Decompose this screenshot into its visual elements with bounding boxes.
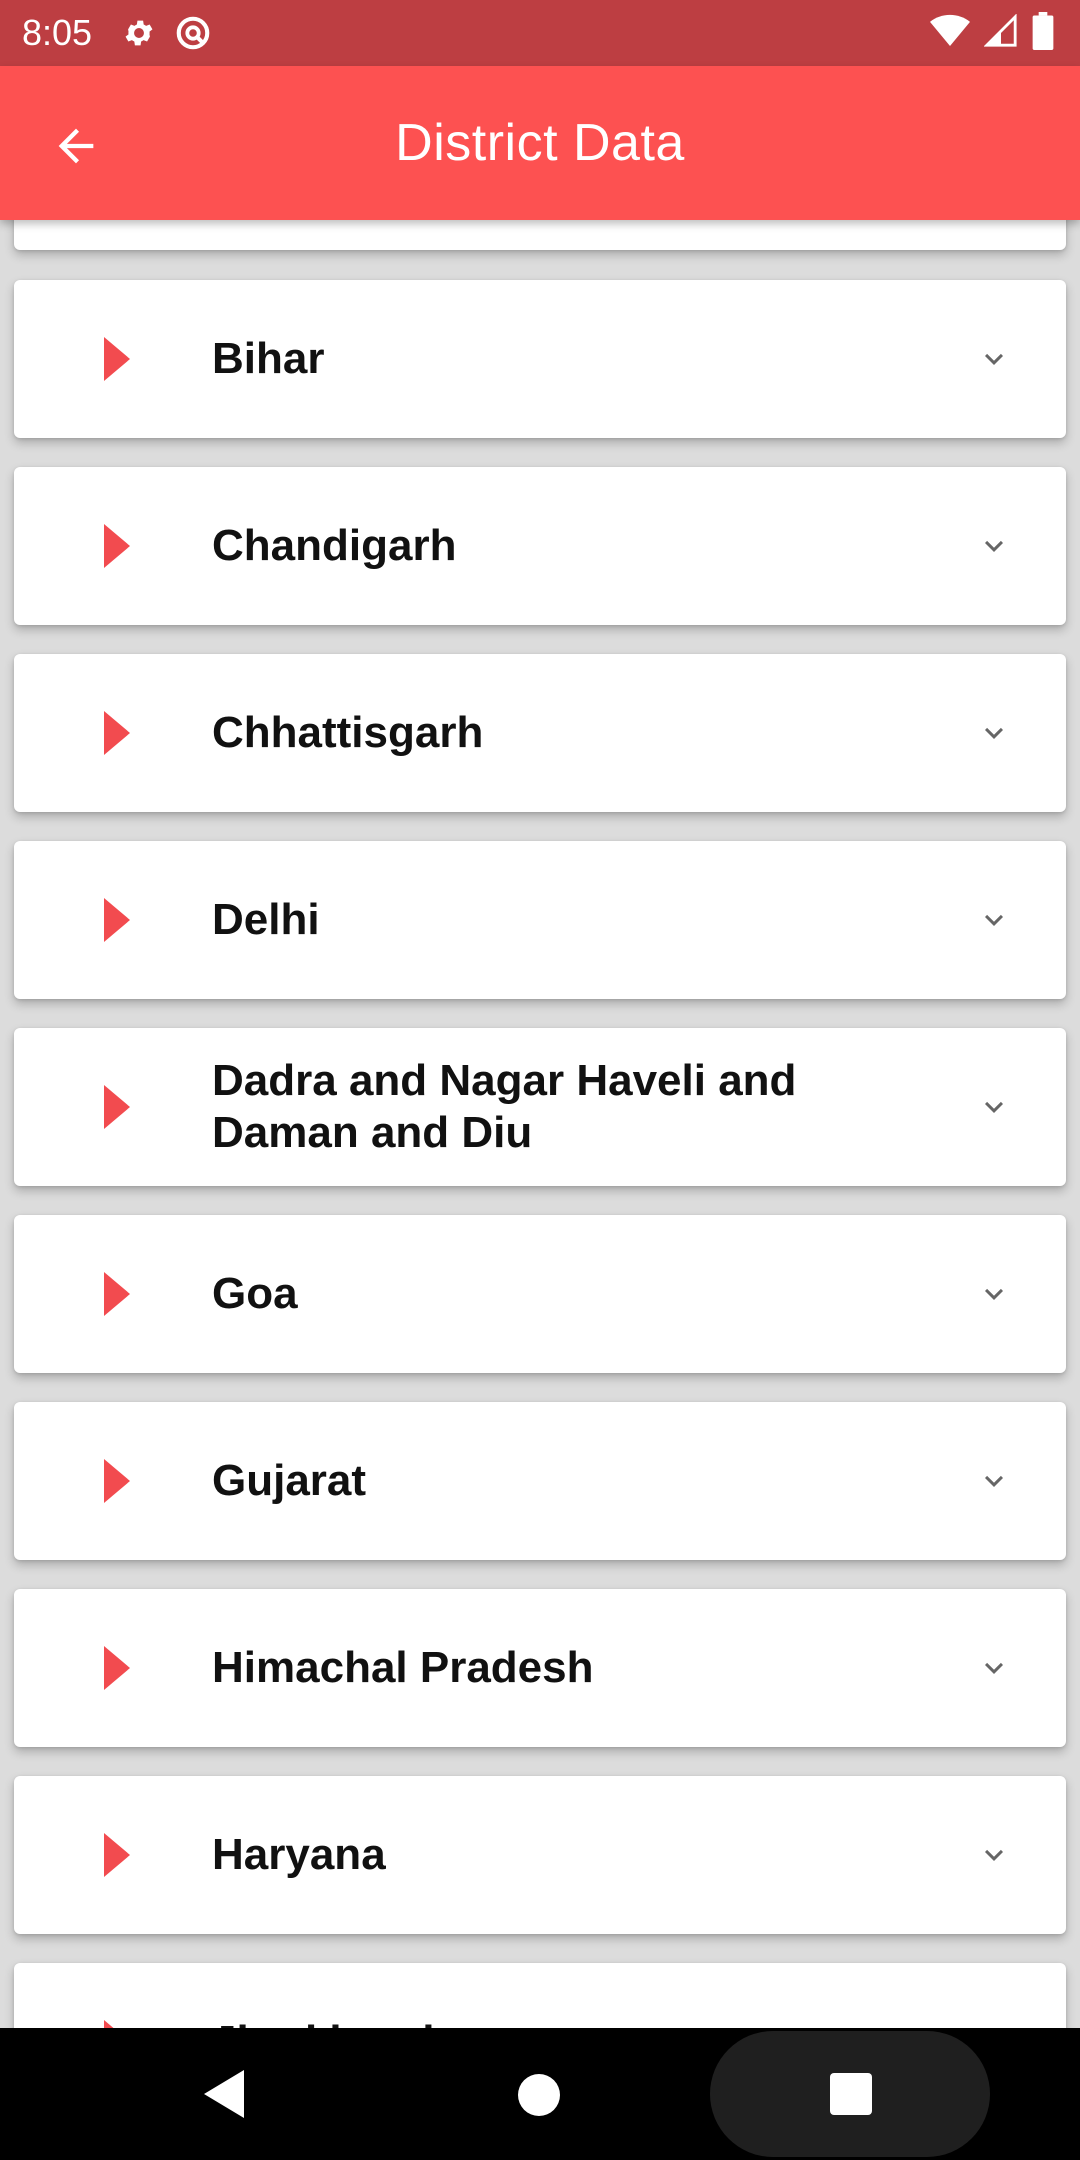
triangle-right-icon <box>104 524 130 568</box>
page-title: District Data <box>395 114 685 172</box>
chevron-down-icon[interactable] <box>976 1276 1012 1312</box>
state-name: Gujarat <box>212 1456 367 1505</box>
triangle-right-icon <box>104 2020 130 2028</box>
arrow-left-icon <box>58 128 94 164</box>
wifi-icon <box>930 14 970 53</box>
chevron-down-icon[interactable] <box>976 1463 1012 1499</box>
state-name: Chandigarh <box>212 521 457 570</box>
triangle-right-icon <box>104 1459 130 1503</box>
triangle-right-icon <box>104 1646 130 1690</box>
no-sync-icon <box>174 14 212 52</box>
state-list[interactable]: Bihar Chandigarh Chhattisgarh Delhi Dadr… <box>0 220 1080 2028</box>
list-item[interactable]: Bihar <box>14 280 1066 438</box>
list-item[interactable]: Haryana <box>14 1776 1066 1934</box>
list-item[interactable]: Gujarat <box>14 1402 1066 1560</box>
chevron-down-icon[interactable] <box>976 902 1012 938</box>
list-item[interactable]: Jharkhand <box>14 1963 1066 2028</box>
list-item[interactable]: Chandigarh <box>14 467 1066 625</box>
nav-home-icon[interactable] <box>518 2074 560 2116</box>
state-name: Chhattisgarh <box>212 708 484 757</box>
state-name: Bihar <box>212 334 325 383</box>
triangle-right-icon <box>104 337 130 381</box>
list-item[interactable]: Delhi <box>14 841 1066 999</box>
state-name: Goa <box>212 1269 298 1318</box>
battery-icon <box>1032 11 1054 55</box>
nav-recents-icon <box>830 2073 872 2115</box>
state-name: Haryana <box>212 1830 386 1879</box>
list-item[interactable]: Dadra and Nagar Haveli and Daman and Diu <box>14 1028 1066 1186</box>
chevron-down-icon[interactable] <box>976 1089 1012 1125</box>
back-button[interactable] <box>36 106 116 186</box>
chevron-down-icon[interactable] <box>976 1650 1012 1686</box>
nav-back-icon[interactable] <box>200 2068 248 2125</box>
triangle-right-icon <box>104 1085 130 1129</box>
triangle-right-icon <box>104 1272 130 1316</box>
system-navigation-bar <box>0 2028 1080 2160</box>
state-name: Delhi <box>212 895 320 944</box>
status-bar: 8:05 <box>0 0 1080 66</box>
app-bar: District Data <box>0 66 1080 220</box>
state-name: Jharkhand <box>212 2016 932 2028</box>
triangle-right-icon <box>104 1833 130 1877</box>
list-item[interactable] <box>14 220 1066 250</box>
chevron-down-icon[interactable] <box>976 715 1012 751</box>
settings-icon <box>122 16 156 50</box>
state-name: Dadra and Nagar Haveli and Daman and Diu <box>212 1056 797 1157</box>
list-item[interactable]: Himachal Pradesh <box>14 1589 1066 1747</box>
list-item[interactable]: Chhattisgarh <box>14 654 1066 812</box>
list-item[interactable]: Goa <box>14 1215 1066 1373</box>
status-time: 8:05 <box>22 12 93 53</box>
chevron-down-icon[interactable] <box>976 1837 1012 1873</box>
nav-recents-button[interactable] <box>710 2031 990 2157</box>
state-name: Himachal Pradesh <box>212 1643 594 1692</box>
cell-signal-icon <box>983 12 1018 53</box>
triangle-right-icon <box>104 711 130 755</box>
chevron-down-icon[interactable] <box>976 341 1012 377</box>
triangle-right-icon <box>104 898 130 942</box>
chevron-down-icon[interactable] <box>976 528 1012 564</box>
